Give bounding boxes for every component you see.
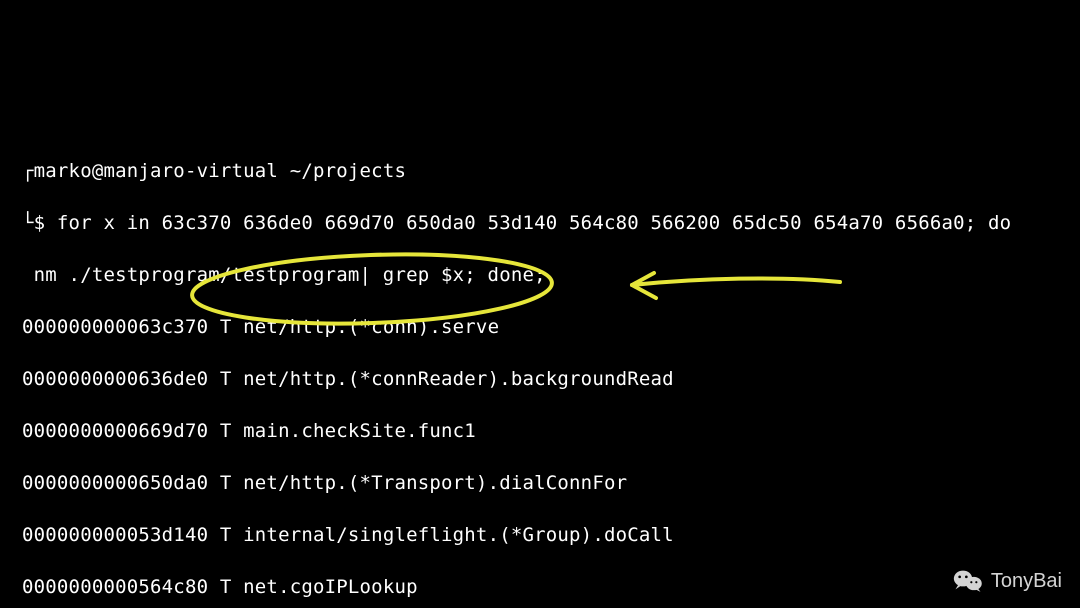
addr: 000000000053d140	[22, 524, 208, 546]
addr: 000000000063c370	[22, 316, 208, 338]
watermark: TonyBai	[953, 568, 1062, 594]
nm-output-row: 0000000000564c80 T net.cgoIPLookup	[22, 574, 1011, 600]
flag: T	[220, 368, 232, 390]
symbol: net/http.(*conn).serve	[243, 316, 499, 338]
wechat-icon	[953, 568, 983, 594]
nm-output-row: 0000000000669d70 T main.checkSite.func1	[22, 418, 1011, 444]
nm-output-row: 0000000000650da0 T net/http.(*Transport)…	[22, 470, 1011, 496]
prompt-user-host: marko@manjaro-virtual	[34, 160, 278, 182]
flag: T	[220, 420, 232, 442]
flag: T	[220, 524, 232, 546]
addr: 0000000000669d70	[22, 420, 208, 442]
nm-output-row: 0000000000636de0 T net/http.(*connReader…	[22, 366, 1011, 392]
flag: T	[220, 316, 232, 338]
nm-output-row: 000000000063c370 T net/http.(*conn).serv…	[22, 314, 1011, 340]
addr: 0000000000636de0	[22, 368, 208, 390]
prompt-ps1: $	[34, 212, 46, 234]
symbol: internal/singleflight.(*Group).doCall	[243, 524, 674, 546]
symbol: net/http.(*Transport).dialConnFor	[243, 472, 627, 494]
command-text-1: for x in 63c370 636de0 669d70 650da0 53d…	[57, 212, 1011, 234]
prompt-cwd: ~/projects	[290, 160, 406, 182]
symbol: net.cgoIPLookup	[243, 576, 418, 598]
nm-output-row: 000000000053d140 T internal/singleflight…	[22, 522, 1011, 548]
watermark-label: TonyBai	[991, 568, 1062, 594]
prompt-line-1: ┌marko@manjaro-virtual ~/projects	[22, 158, 1011, 184]
prompt-line-2: └$ for x in 63c370 636de0 669d70 650da0 …	[22, 210, 1011, 236]
prompt-corner-bot: └	[22, 212, 34, 234]
command-line-2: nm ./testprogram/testprogram| grep $x; d…	[22, 262, 1011, 288]
terminal-output: ┌marko@manjaro-virtual ~/projects └$ for…	[22, 132, 1011, 608]
prompt-corner-top: ┌	[22, 160, 34, 182]
flag: T	[220, 472, 232, 494]
addr: 0000000000650da0	[22, 472, 208, 494]
symbol: main.checkSite.func1	[243, 420, 476, 442]
flag: T	[220, 576, 232, 598]
addr: 0000000000564c80	[22, 576, 208, 598]
symbol: net/http.(*connReader).backgroundRead	[243, 368, 674, 390]
